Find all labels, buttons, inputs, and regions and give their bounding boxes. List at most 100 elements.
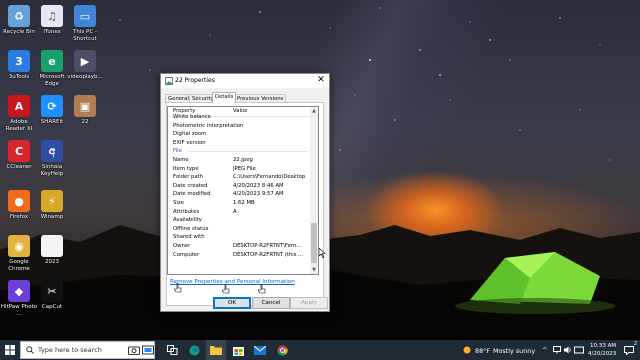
- property-value[interactable]: A: [233, 208, 307, 216]
- taskbar-edge[interactable]: [184, 340, 204, 360]
- desktop-icon-sinhala-keyhelp[interactable]: අ Sinhala KeyHelp: [33, 140, 71, 178]
- taskbar-search[interactable]: Type here to search: [20, 341, 155, 359]
- start-button[interactable]: [2, 340, 18, 360]
- taskbar-task-view[interactable]: [162, 340, 182, 360]
- property-value[interactable]: DESKTOP-R2FRTNT\Fern...: [233, 242, 307, 250]
- ok-button[interactable]: OK: [213, 297, 251, 309]
- edge-icon: e: [41, 50, 63, 72]
- weather-text[interactable]: Mostly sunny: [493, 347, 535, 355]
- speaker-icon[interactable]: [564, 346, 572, 354]
- camera-icon[interactable]: [128, 345, 140, 355]
- taskbar-file-explorer[interactable]: [206, 340, 226, 360]
- table-row[interactable]: Digital zoom: [168, 130, 308, 138]
- weather-sun-icon[interactable]: [462, 345, 472, 355]
- desktop-icon-label: Winamp: [40, 214, 64, 220]
- desktop-icon-this-pc[interactable]: ▭ This PC - Shortcut: [66, 5, 104, 43]
- hand-cursor-icon: [258, 284, 266, 294]
- desktop-icon-file-2023[interactable]: 2023: [33, 235, 71, 266]
- apply-button[interactable]: Apply: [290, 297, 328, 309]
- table-row[interactable]: Attributes A: [168, 208, 308, 216]
- scroll-thumb[interactable]: [311, 223, 317, 263]
- table-row[interactable]: Size 1.62 MB: [168, 199, 308, 207]
- property-name: Attributes: [173, 208, 200, 215]
- table-row[interactable]: Date created 4/20/2023 8:46 AM: [168, 182, 308, 190]
- clock-date[interactable]: 4/20/2023: [588, 351, 616, 357]
- desktop-icon-capcut[interactable]: ✂ CapCut: [33, 280, 71, 311]
- property-name: Date modified: [173, 191, 211, 198]
- table-row[interactable]: Shared with: [168, 233, 308, 241]
- ccleaner-icon: C: [8, 140, 30, 162]
- desktop-icon-image-22[interactable]: ▣ 22: [66, 95, 104, 126]
- table-row[interactable]: White balance: [168, 113, 308, 121]
- shareit-icon: ⟳: [41, 95, 63, 117]
- keyboard-icon[interactable]: [574, 346, 584, 354]
- property-name: Shared with: [173, 234, 205, 241]
- property-name: Item type: [173, 165, 199, 172]
- dialog-title: 22 Properties: [175, 77, 215, 84]
- sinhala-keyhelp-icon: අ: [41, 140, 63, 162]
- desktop-icon-label: 2023: [45, 259, 59, 265]
- property-name: White balance: [173, 114, 211, 120]
- notification-center[interactable]: 2: [620, 340, 638, 360]
- tab-details[interactable]: Details: [212, 92, 237, 103]
- table-row[interactable]: Owner DESKTOP-R2FRTNT\Fern...: [168, 242, 308, 250]
- chevron-up-icon[interactable]: ^: [542, 346, 547, 354]
- desktop-icon-label: This PC - Shortcut: [73, 29, 97, 42]
- notification-icon: [624, 345, 634, 355]
- remove-properties-link[interactable]: Remove Properties and Personal Informati…: [170, 279, 295, 285]
- table-row[interactable]: EXIF version: [168, 139, 308, 147]
- property-name: Digital zoom: [173, 131, 207, 138]
- folder-icon: [210, 346, 222, 355]
- property-name: Folder path: [173, 174, 204, 181]
- property-name: Name: [173, 157, 189, 163]
- table-row[interactable]: Item type JPEG File: [168, 165, 308, 173]
- table-row[interactable]: Offline status: [168, 225, 308, 233]
- table-row[interactable]: Computer DESKTOP-R2FRTNT (this ...: [168, 251, 308, 259]
- taskbar-store[interactable]: [228, 340, 248, 360]
- table-row[interactable]: Availability: [168, 216, 308, 224]
- vertical-scrollbar[interactable]: ▲ ▼: [310, 107, 318, 274]
- clock-time[interactable]: 10:33 AM: [590, 343, 616, 349]
- property-value[interactable]: JPEG File: [233, 165, 307, 173]
- taskbar-mail[interactable]: [250, 340, 270, 360]
- dialog-titlebar[interactable]: 22 Properties ✕: [161, 74, 329, 88]
- store-icon: [232, 346, 244, 356]
- property-value[interactable]: 22.jpeg: [233, 156, 307, 164]
- cancel-button[interactable]: Cancel: [252, 297, 290, 309]
- document-icon: [41, 235, 63, 257]
- desktop-icon-videoplayback[interactable]: ▶ videoplayb...: [66, 50, 104, 81]
- chrome-icon: ◉: [8, 235, 30, 257]
- capcut-icon: ✂: [41, 280, 63, 302]
- notification-count: 2: [633, 341, 637, 347]
- close-icon[interactable]: ✕: [316, 75, 326, 85]
- table-row[interactable]: Folder path C:\Users\Fernando\Desktop: [168, 173, 308, 181]
- chrome-icon: [277, 345, 288, 356]
- property-name: EXIF version: [173, 139, 206, 146]
- 3utools-icon: 3: [8, 50, 30, 72]
- weather-temp[interactable]: 88°F: [475, 347, 490, 355]
- desktop-icon-winamp[interactable]: ⚡ Winamp: [33, 190, 71, 221]
- windows-logo-icon: [5, 345, 15, 355]
- property-value[interactable]: 1.62 MB: [233, 199, 307, 207]
- task-view-icon[interactable]: [142, 345, 154, 355]
- hitpaw-icon: ◆: [8, 280, 30, 302]
- video-file-icon: ▶: [74, 50, 96, 72]
- property-name: Date created: [173, 182, 208, 189]
- property-value[interactable]: 4/20/2023 9:57 AM: [233, 190, 307, 198]
- desktop-icon-label: 22: [81, 119, 89, 125]
- taskbar-chrome[interactable]: [272, 340, 292, 360]
- network-icon[interactable]: [553, 346, 561, 354]
- table-row[interactable]: Date modified 4/20/2023 9:57 AM: [168, 190, 308, 198]
- property-name: Size: [173, 200, 184, 206]
- mail-icon: [254, 345, 266, 355]
- properties-list[interactable]: Property Value White balance Photometric …: [167, 106, 319, 275]
- table-row[interactable]: Photometric interpretation: [168, 122, 308, 130]
- table-row[interactable]: Name 22.jpeg: [168, 156, 308, 164]
- property-value[interactable]: DESKTOP-R2FRTNT (this ...: [233, 251, 307, 259]
- property-value[interactable]: C:\Users\Fernando\Desktop: [233, 173, 307, 181]
- scroll-down-icon[interactable]: ▼: [310, 266, 318, 274]
- section-divider: [188, 151, 308, 153]
- search-icon: [26, 346, 34, 354]
- property-value[interactable]: 4/20/2023 8:46 AM: [233, 182, 307, 190]
- scroll-up-icon[interactable]: ▲: [310, 107, 318, 115]
